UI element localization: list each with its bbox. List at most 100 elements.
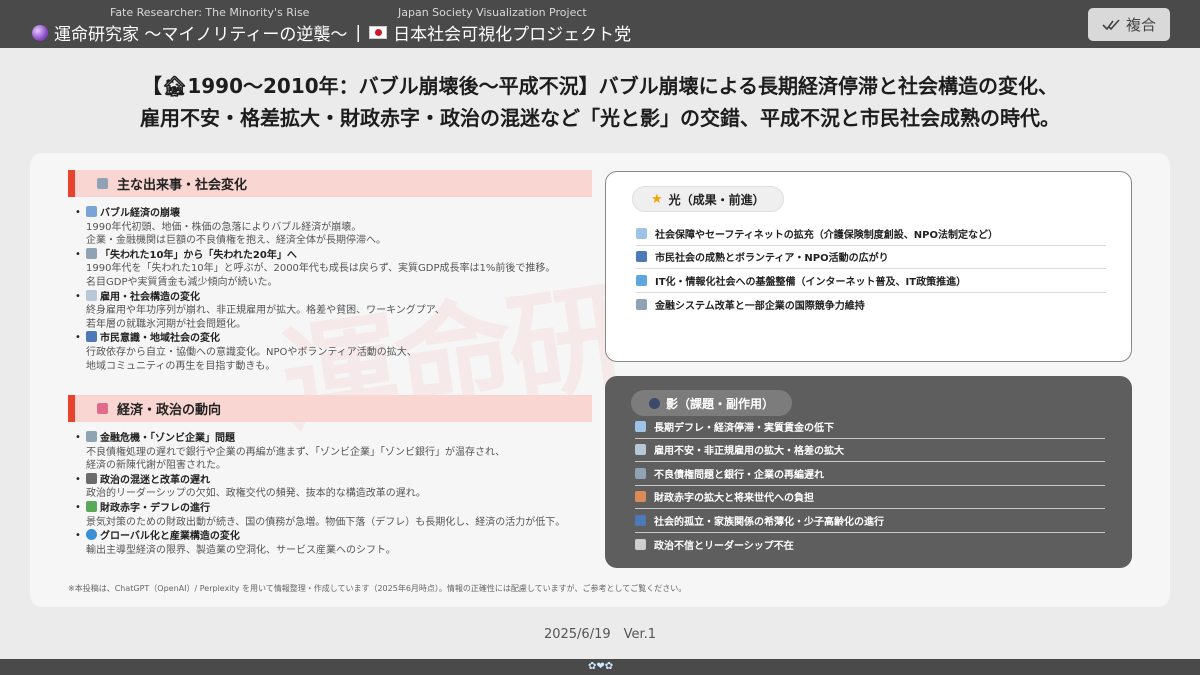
list-item: 雇用・社会構造の変化 終身雇用や年功序列が崩れ、非正規雇用が拡大。格差や貧困、ワ… xyxy=(74,289,594,332)
list-item: 「失われた10年」から「失われた20年」へ 1990年代を「失われた10年」と呼… xyxy=(74,247,594,290)
people-icon xyxy=(86,331,97,343)
page-headline: 【🏚1990〜2010年：バブル崩壊後〜平成不況】バブル崩壊による長期経済停滞と… xyxy=(0,70,1200,134)
people-icon xyxy=(636,251,647,263)
item-text: 若年層の就職氷河期が社会問題化。 xyxy=(86,318,246,330)
heart-decoration-icon: ✿❤✿ xyxy=(588,661,614,672)
row-text: IT化・情報化社会への基盤整備（インターネット普及、IT政策推進） xyxy=(655,276,967,288)
list-item: グローバル化と産業構造の変化 輸出主導型経済の限界、製造業の空洞化、サービス産業… xyxy=(74,529,594,557)
item-title: 政治の混迷と改革の遅れ xyxy=(100,474,210,486)
government-icon xyxy=(86,472,97,484)
title-left: 運命研究家 〜マイノリティーの逆襲〜 xyxy=(54,25,348,45)
japan-flag-icon xyxy=(369,26,388,39)
item-title: 財政赤字・デフレの進行 xyxy=(100,502,210,514)
list-item: 財政赤字・デフレの進行 景気対策のための財政出動が続き、国の債務が急増。物価下落… xyxy=(74,500,594,529)
item-text: 名目GDPや実質賃金も減少傾向が続いた。 xyxy=(86,276,278,288)
light-box: ★ 光（成果・前進） 社会保障やセーフティネットの拡充（介護保険制度創設、NPO… xyxy=(605,171,1132,362)
light-rows: 社会保障やセーフティネットの拡充（介護保険制度創設、NPO法制定など） 市民社会… xyxy=(636,222,1106,316)
house-icon xyxy=(635,491,646,503)
bank-icon xyxy=(635,467,646,479)
shadow-row: 社会的孤立・家族関係の希薄化・少子高齢化の進行 xyxy=(635,509,1105,533)
list-item: 金融危機・「ゾンビ企業」問題 不良債権処理の遅れで銀行や企業の再編が進まず、「ゾ… xyxy=(74,431,594,473)
office-icon xyxy=(86,289,97,301)
people-icon xyxy=(635,514,646,526)
main-events-heading-label: 主な出来事・社会変化 xyxy=(117,178,248,193)
copy-button[interactable]: 複合 xyxy=(1088,8,1170,41)
shadow-row: 雇用不安・非正規雇用の拡大・格差の拡大 xyxy=(635,439,1105,462)
hospital-icon xyxy=(636,227,647,239)
chart-down-icon xyxy=(635,420,646,432)
item-title: 金融危機・「ゾンビ企業」問題 xyxy=(100,433,235,444)
item-text: 1990年代初頭、地価・株価の急落によりバブル経済が崩壊。 xyxy=(86,221,362,233)
row-text: 雇用不安・非正規雇用の拡大・格差の拡大 xyxy=(654,446,844,458)
footnote: ※本投稿は、ChatGPT（OpenAI）/ Perplexity を用いて情報… xyxy=(68,584,687,593)
money-icon xyxy=(86,500,97,512)
row-text: 金融システム改革と一部企業の国際競争力維持 xyxy=(655,300,865,312)
title-separator: | xyxy=(355,22,362,43)
shadow-row: 政治不信とリーダーシップ不在 xyxy=(635,533,1105,557)
light-heading-label: 光（成果・前進） xyxy=(668,192,765,207)
title-right: 日本社会可視化プロジェクト党 xyxy=(393,25,632,45)
chart-up-icon xyxy=(97,403,108,414)
light-row: 社会保障やセーフティネットの拡充（介護保険制度創設、NPO法制定など） xyxy=(636,222,1106,246)
item-text: 輸出主導型経済の限界、製造業の空洞化、サービス産業へのシフト。 xyxy=(86,544,396,556)
subtitle-left: Fate Researcher: The Minority's Rise xyxy=(110,6,310,19)
shadow-heading: 影（課題・副作用） xyxy=(631,390,793,416)
shadow-row: 財政赤字の拡大と将来世代への負担 xyxy=(635,486,1105,509)
crystal-ball-icon xyxy=(32,24,48,41)
government-icon xyxy=(635,538,646,550)
economy-list: 金融危機・「ゾンビ企業」問題 不良債権処理の遅れで銀行や企業の再編が進まず、「ゾ… xyxy=(74,431,594,557)
list-item: バブル経済の崩壊 1990年代初頭、地価・株価の急落によりバブル経済が崩壊。 企… xyxy=(74,206,594,248)
light-row: IT化・情報化社会への基盤整備（インターネット普及、IT政策推進） xyxy=(636,269,1106,293)
headline-line-2: 雇用不安・格差拡大・財政赤字・政治の混迷など「光と影」の交錯、平成不況と市民社会… xyxy=(140,106,1060,130)
item-title: 雇用・社会構造の変化 xyxy=(100,291,200,303)
row-text: 社会的孤立・家族関係の希薄化・少子高齢化の進行 xyxy=(654,516,884,528)
row-text: 政治不信とリーダーシップ不在 xyxy=(654,540,794,552)
checkmark-icon xyxy=(1102,18,1120,30)
date-version: 2025/6/19 Ver.1 xyxy=(543,627,657,642)
item-title: バブル経済の崩壊 xyxy=(100,208,180,219)
office-icon xyxy=(635,444,646,456)
row-text: 長期デフレ・経済停滞・実質賃金の低下 xyxy=(654,422,834,434)
main-events-heading: 主な出来事・社会変化 xyxy=(68,170,592,197)
moon-icon xyxy=(649,397,660,409)
item-text: 行政依存から自立・協働への意識変化。NPOやボランティア活動の拡大、 xyxy=(86,346,417,358)
item-text: 1990年代を「失われた10年」と呼ぶが、2000年代も成長は戻らず、実質GDP… xyxy=(86,263,556,275)
item-title: 「失われた10年」から「失われた20年」へ xyxy=(100,249,297,261)
shadow-heading-label: 影（課題・副作用） xyxy=(666,396,775,411)
item-text: 政治的リーダーシップの欠如、政権交代の頻発、抜本的な構造改革の遅れ。 xyxy=(86,488,426,500)
row-text: 社会保障やセーフティネットの拡充（介護保険制度創設、NPO法制定など） xyxy=(655,229,998,241)
row-text: 市民社会の成熟とボランティア・NPO活動の広がり xyxy=(655,253,889,265)
shadow-box: 影（課題・副作用） 長期デフレ・経済停滞・実質賃金の低下 雇用不安・非正規雇用の… xyxy=(605,376,1132,568)
light-heading: ★ 光（成果・前進） xyxy=(632,186,784,212)
item-title: 市民意識・地域社会の変化 xyxy=(100,333,220,345)
item-text: 景気対策のための財政出動が続き、国の債務が急増。物価下落（デフレ）も長期化し、経… xyxy=(86,516,566,528)
shadow-row: 不良債権問題と銀行・企業の再編遅れ xyxy=(635,462,1105,486)
row-text: 不良債権問題と銀行・企業の再編遅れ xyxy=(654,469,824,481)
chart-down-icon xyxy=(86,206,97,217)
bank-icon xyxy=(86,247,97,259)
star-icon: ★ xyxy=(651,191,663,207)
top-bar: Fate Researcher: The Minority's Rise Jap… xyxy=(0,0,1200,48)
bank-icon xyxy=(97,178,108,189)
list-item: 市民意識・地域社会の変化 行政依存から自立・協働への意識変化。NPOやボランティ… xyxy=(74,331,594,373)
copy-button-label: 複合 xyxy=(1125,16,1156,34)
subtitle-right: Japan Society Visualization Project xyxy=(398,6,587,19)
bank-icon xyxy=(86,431,97,442)
row-text: 財政赤字の拡大と将来世代への負担 xyxy=(654,493,814,505)
computer-icon xyxy=(636,274,647,286)
light-row: 市民社会の成熟とボランティア・NPO活動の広がり xyxy=(636,246,1106,269)
shadow-row: 長期デフレ・経済停滞・実質賃金の低下 xyxy=(635,415,1105,439)
economy-heading-label: 経済・政治の動向 xyxy=(117,403,222,418)
item-text: 地域コミュニティの再生を目指す動きも。 xyxy=(86,360,276,372)
bottom-bar: ✿❤✿ xyxy=(0,659,1200,675)
globe-icon xyxy=(86,529,97,541)
item-text: 企業・金融機関は巨額の不良債権を抱え、経済全体が長期停滞へ。 xyxy=(86,235,386,247)
list-item: 政治の混迷と改革の遅れ 政治的リーダーシップの欠如、政権交代の頻発、抜本的な構造… xyxy=(74,472,594,501)
item-text: 終身雇用や年功序列が崩れ、非正規雇用が拡大。格差や貧困、ワーキングプア、 xyxy=(86,305,445,317)
main-events-list: バブル経済の崩壊 1990年代初頭、地価・株価の急落によりバブル経済が崩壊。 企… xyxy=(74,206,594,373)
item-text: 不良債権処理の遅れで銀行や企業の再編が進まず、「ゾンビ企業」「ゾンビ銀行」が温存… xyxy=(86,446,506,458)
shadow-rows: 長期デフレ・経済停滞・実質賃金の低下 雇用不安・非正規雇用の拡大・格差の拡大 不… xyxy=(635,415,1105,556)
light-row: 金融システム改革と一部企業の国際競争力維持 xyxy=(636,293,1106,317)
item-text: 経済の新陳代謝が阻害された。 xyxy=(86,460,226,472)
app-title: 運命研究家 〜マイノリティーの逆襲〜 | 日本社会可視化プロジェクト党 xyxy=(32,20,631,45)
